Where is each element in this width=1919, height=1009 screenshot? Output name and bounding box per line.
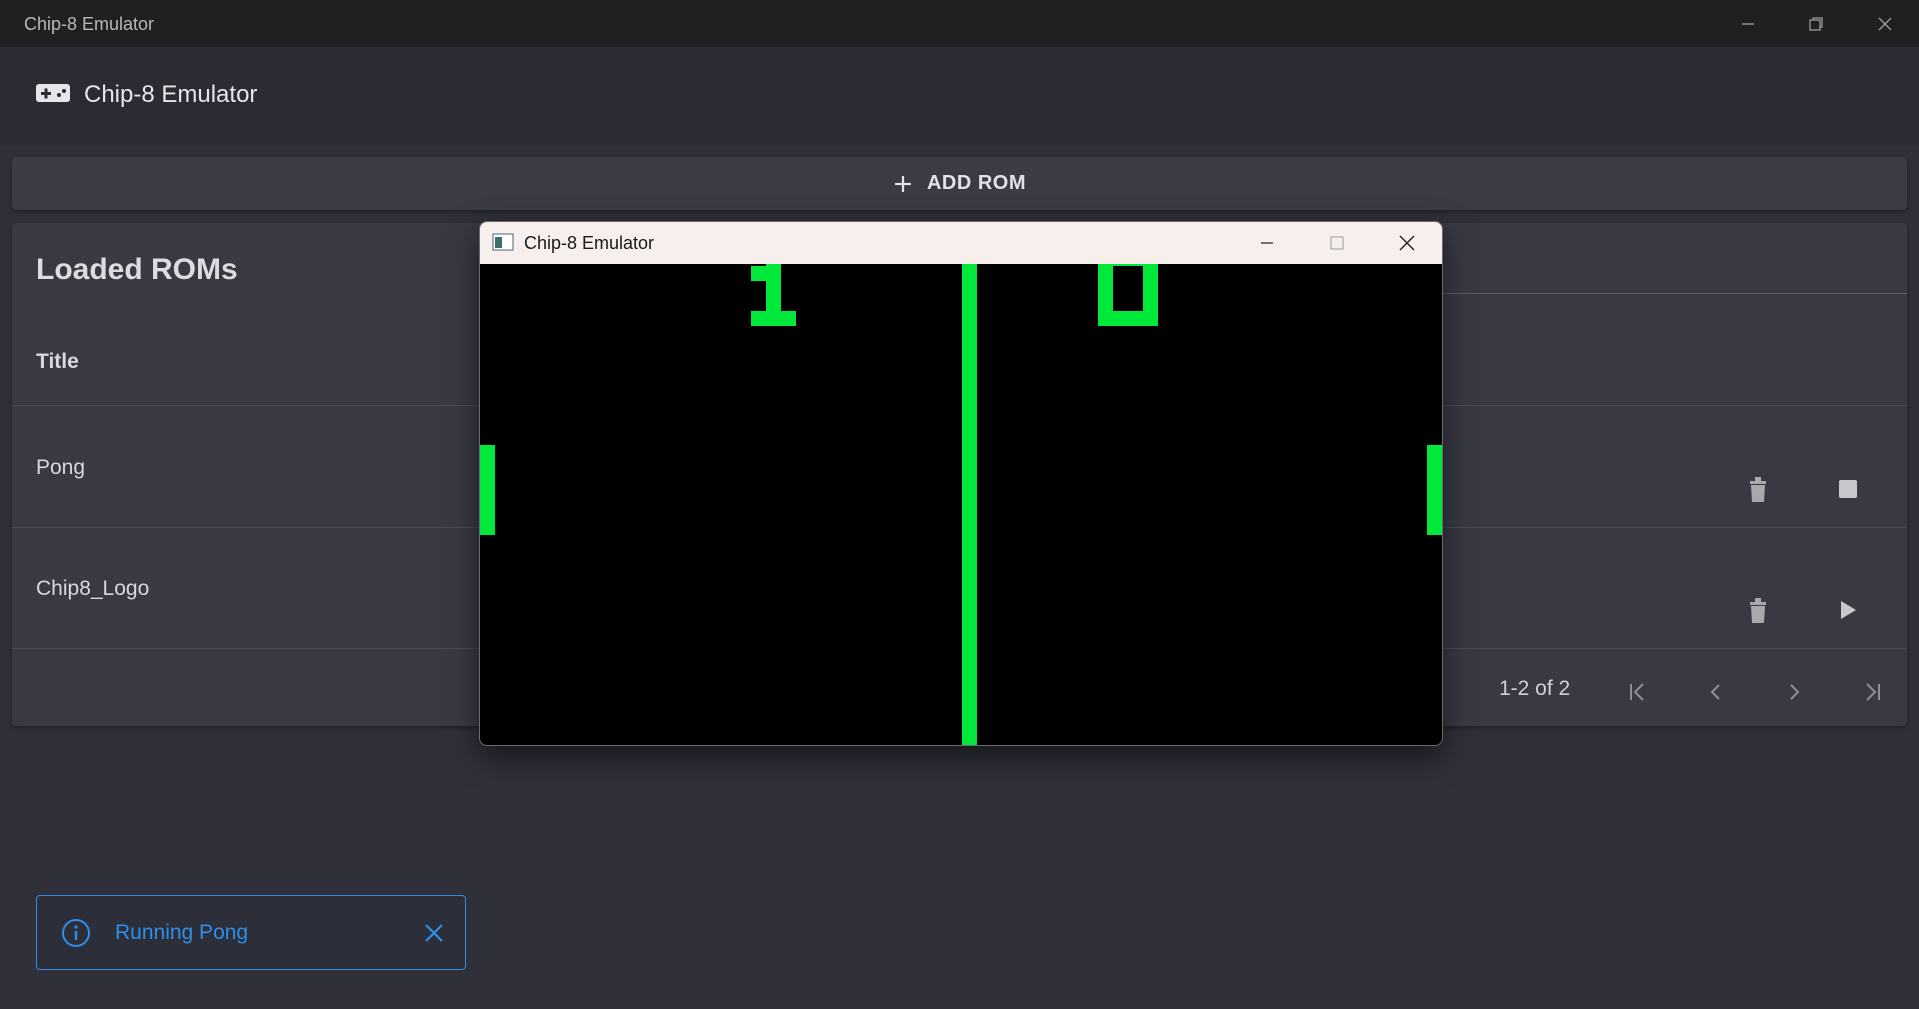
minimize-icon bbox=[1261, 242, 1273, 244]
close-button[interactable] bbox=[1851, 0, 1919, 47]
maximize-icon bbox=[1330, 236, 1344, 250]
add-rom-button[interactable]: ADD ROM bbox=[12, 157, 1907, 210]
next-page-button[interactable] bbox=[1774, 672, 1814, 712]
score-right-digit bbox=[1098, 264, 1158, 326]
emulator-minimize-button[interactable] bbox=[1234, 222, 1300, 264]
info-icon bbox=[62, 919, 90, 947]
app-window-icon bbox=[492, 233, 514, 251]
game-screen[interactable] bbox=[480, 264, 1442, 745]
minimize-icon bbox=[1742, 22, 1754, 25]
first-page-button[interactable] bbox=[1618, 672, 1658, 712]
emulator-title: Chip-8 Emulator bbox=[524, 233, 655, 253]
close-icon[interactable] bbox=[423, 922, 445, 944]
snackbar: Running Pong bbox=[36, 895, 466, 970]
rom-title: Chip8_Logo bbox=[36, 577, 150, 600]
last-page-button[interactable] bbox=[1852, 672, 1892, 712]
chevron-left-icon bbox=[1710, 684, 1720, 700]
column-header-title: Title bbox=[36, 350, 79, 373]
last-page-icon bbox=[1866, 683, 1880, 701]
right-paddle bbox=[1427, 445, 1442, 535]
first-page-icon bbox=[1630, 683, 1644, 701]
pong-display bbox=[480, 264, 1442, 745]
window-title: Chip-8 Emulator bbox=[24, 14, 155, 34]
search-input[interactable] bbox=[1442, 293, 1907, 294]
center-net bbox=[962, 264, 977, 745]
close-icon bbox=[1399, 235, 1415, 251]
trash-icon bbox=[1750, 598, 1766, 623]
play-button[interactable] bbox=[1826, 588, 1870, 632]
emulator-maximize-button[interactable] bbox=[1304, 222, 1370, 264]
restore-button[interactable] bbox=[1782, 0, 1850, 47]
pagination-range: 1-2 of 2 bbox=[1499, 677, 1571, 700]
rom-title: Pong bbox=[36, 456, 86, 479]
trash-icon bbox=[1750, 477, 1766, 502]
play-icon bbox=[1841, 601, 1856, 619]
restore-icon bbox=[1809, 16, 1823, 31]
app-title: Chip-8 Emulator bbox=[84, 81, 258, 108]
chevron-right-icon bbox=[1790, 684, 1800, 700]
left-paddle bbox=[480, 445, 495, 535]
stop-icon bbox=[1839, 480, 1857, 498]
stop-button[interactable] bbox=[1826, 467, 1870, 511]
plus-icon bbox=[894, 175, 911, 192]
delete-button[interactable] bbox=[1736, 588, 1780, 632]
minimize-button[interactable] bbox=[1714, 0, 1782, 47]
emulator-close-button[interactable] bbox=[1374, 222, 1440, 264]
window-titlebar: Chip-8 Emulator bbox=[0, 0, 1919, 47]
gamepad-icon bbox=[36, 84, 70, 102]
emulator-window[interactable]: Chip-8 Emulator bbox=[479, 221, 1443, 746]
add-rom-label: ADD ROM bbox=[926, 172, 1027, 194]
card-title: Loaded ROMs bbox=[36, 253, 238, 286]
close-icon bbox=[1878, 17, 1892, 30]
previous-page-button[interactable] bbox=[1696, 672, 1736, 712]
delete-button[interactable] bbox=[1736, 467, 1780, 511]
score-left-digit bbox=[751, 264, 796, 326]
snackbar-message: Running Pong bbox=[115, 921, 249, 944]
app-header: Chip-8 Emulator bbox=[0, 47, 1919, 145]
emulator-titlebar[interactable]: Chip-8 Emulator bbox=[480, 222, 1442, 264]
